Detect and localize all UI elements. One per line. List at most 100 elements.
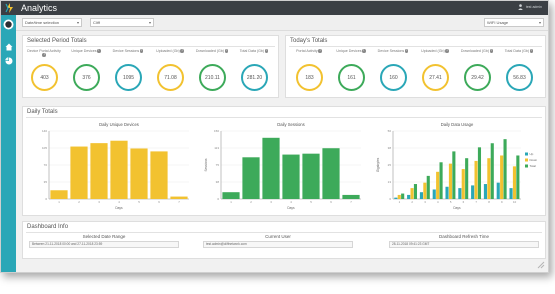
- kpi-card: Device Portal Activityi 403: [27, 49, 61, 97]
- info-icon[interactable]: i: [224, 48, 229, 53]
- info-label: Selected Date Range: [82, 234, 126, 239]
- info-icon[interactable]: i: [489, 48, 494, 53]
- info-icon[interactable]: i: [42, 53, 47, 57]
- y-tick-label: 70: [44, 163, 48, 167]
- kpi-label-text: Total Data (Gb): [504, 49, 530, 53]
- info-icon[interactable]: i: [264, 48, 269, 53]
- mode-select[interactable]: Cliff: [90, 18, 154, 27]
- bar: [419, 192, 423, 199]
- x-tick-label: 5: [138, 200, 140, 204]
- chart-svg: Daily Data Usage 0 13 25 38 50 Up Down Total 1 2 3 4…: [376, 122, 538, 210]
- info-icon[interactable]: i: [139, 48, 144, 53]
- chart-daily-data-usage: Daily Data Usage 0 13 25 38 50 Up Down Total 1 2 3 4…: [375, 119, 541, 215]
- kpi-card: Unique Devices i 376: [69, 48, 103, 97]
- x-tick-label: 6: [158, 200, 160, 204]
- bar: [426, 175, 430, 199]
- x-tick-label: 10: [513, 200, 517, 204]
- usage-select-value: WIFI Usage: [487, 20, 509, 25]
- bar: [222, 192, 240, 199]
- sidebar-item-reports[interactable]: [3, 55, 14, 66]
- bar: [487, 158, 491, 199]
- y-tick-label: 0: [217, 197, 219, 201]
- info-icon[interactable]: i: [404, 48, 409, 53]
- info-icon[interactable]: i: [180, 48, 184, 53]
- kpi-value: 56.83: [506, 64, 533, 91]
- y-tick-label: 38: [388, 146, 392, 150]
- x-tick-label: 7: [178, 200, 180, 204]
- usage-select[interactable]: WIFI Usage: [484, 18, 544, 27]
- chevron-down-icon: [149, 22, 151, 24]
- x-tick-label: 2: [78, 200, 80, 204]
- bar: [509, 188, 513, 199]
- period-select-value: Date/time selection: [25, 20, 60, 25]
- kpi-label-text: Device Sessions: [377, 49, 405, 53]
- info-icon[interactable]: i: [318, 48, 322, 53]
- app-title: Analytics: [21, 3, 58, 13]
- bar: [70, 146, 88, 199]
- kpi-card: Portal Activity i 183: [292, 48, 326, 97]
- info-icon[interactable]: i: [445, 48, 449, 53]
- kpi-label: Device Sessions i: [376, 48, 410, 53]
- bar: [130, 148, 148, 199]
- app-logo-icon: [5, 3, 13, 13]
- title-bar: Analytics test admin: [1, 1, 548, 15]
- bar: [471, 185, 475, 199]
- y-tick-label: 75: [216, 163, 220, 167]
- bar: [150, 151, 168, 199]
- bar: [432, 189, 436, 199]
- kpi-value: 160: [380, 64, 407, 91]
- sidebar-item-brand[interactable]: [3, 19, 14, 30]
- y-tick-label: 150: [214, 129, 219, 133]
- panel-title: Dashboard Info: [27, 224, 69, 230]
- bar: [516, 155, 520, 199]
- chart-title: Daily Data Usage: [441, 122, 474, 127]
- kpi-card: Device Sessions i 1095: [111, 48, 145, 97]
- legend-swatch: [525, 164, 528, 168]
- bar: [413, 184, 418, 199]
- x-tick-label: 9: [501, 200, 503, 204]
- kpi-label-text: Downloaded (Gb): [195, 49, 225, 53]
- kpi-label-text: Unique Devices: [71, 49, 97, 53]
- info-label: Current User: [265, 234, 291, 239]
- bar: [465, 158, 469, 199]
- bar: [477, 147, 482, 199]
- kpi-card: Downloaded (Gb) i 210.11: [195, 48, 229, 97]
- kpi-card: Total Data (Gb) i 56.83: [502, 48, 536, 97]
- legend-label: Total: [530, 164, 537, 168]
- bar: [302, 153, 320, 199]
- x-tick-label: 4: [290, 200, 292, 204]
- bar: [458, 188, 462, 199]
- bar: [448, 163, 453, 199]
- chart-svg: Daily Sessions 0 38 75 113 150 1 2 3 4 5 6 7 Days Sess…: [204, 122, 361, 210]
- sidebar-item-home[interactable]: [3, 41, 14, 52]
- chart-daily-sessions: Daily Sessions 0 38 75 113 150 1 2 3 4 5 6 7 Days Sess…: [203, 119, 369, 215]
- bar: [90, 143, 108, 199]
- info-icon[interactable]: i: [362, 48, 366, 53]
- user-menu[interactable]: test admin: [518, 4, 542, 10]
- user-name: test admin: [525, 5, 542, 9]
- x-tick-label: 3: [270, 200, 272, 204]
- chart-daily-unique-devices: Daily Unique Devices 0 35 70 105 140 1 2 3 4 5 6 7 Da…: [31, 119, 197, 215]
- y-tick-label: 0: [45, 197, 47, 201]
- legend-swatch: [525, 152, 528, 156]
- info-icon[interactable]: i: [97, 48, 101, 53]
- brand-icon: [3, 19, 14, 30]
- x-tick-label: 2: [411, 200, 413, 204]
- info-icon[interactable]: i: [529, 48, 534, 53]
- dashboard-refresh-time: Dashboard Refresh Time 28-11-2018 09:41:…: [389, 234, 539, 248]
- kpi-label-text: Uploaded (Gb): [156, 49, 180, 53]
- legend-swatch: [525, 158, 528, 162]
- x-tick-label: 4: [118, 200, 120, 204]
- kpi-card: Device Sessions i 160: [376, 48, 410, 97]
- x-axis-label: Days: [453, 206, 461, 210]
- divider: [289, 46, 542, 47]
- period-select[interactable]: Date/time selection: [22, 18, 82, 27]
- bar: [242, 157, 260, 199]
- sidebar: [1, 15, 16, 272]
- x-tick-label: 8: [488, 200, 490, 204]
- selected-date-range: Selected Date Range Between 21-11-2018 0…: [29, 234, 179, 248]
- bar: [439, 162, 443, 199]
- resize-grip-icon[interactable]: [537, 261, 545, 269]
- info-label: Dashboard Refresh Time: [438, 234, 490, 239]
- bar: [500, 155, 504, 199]
